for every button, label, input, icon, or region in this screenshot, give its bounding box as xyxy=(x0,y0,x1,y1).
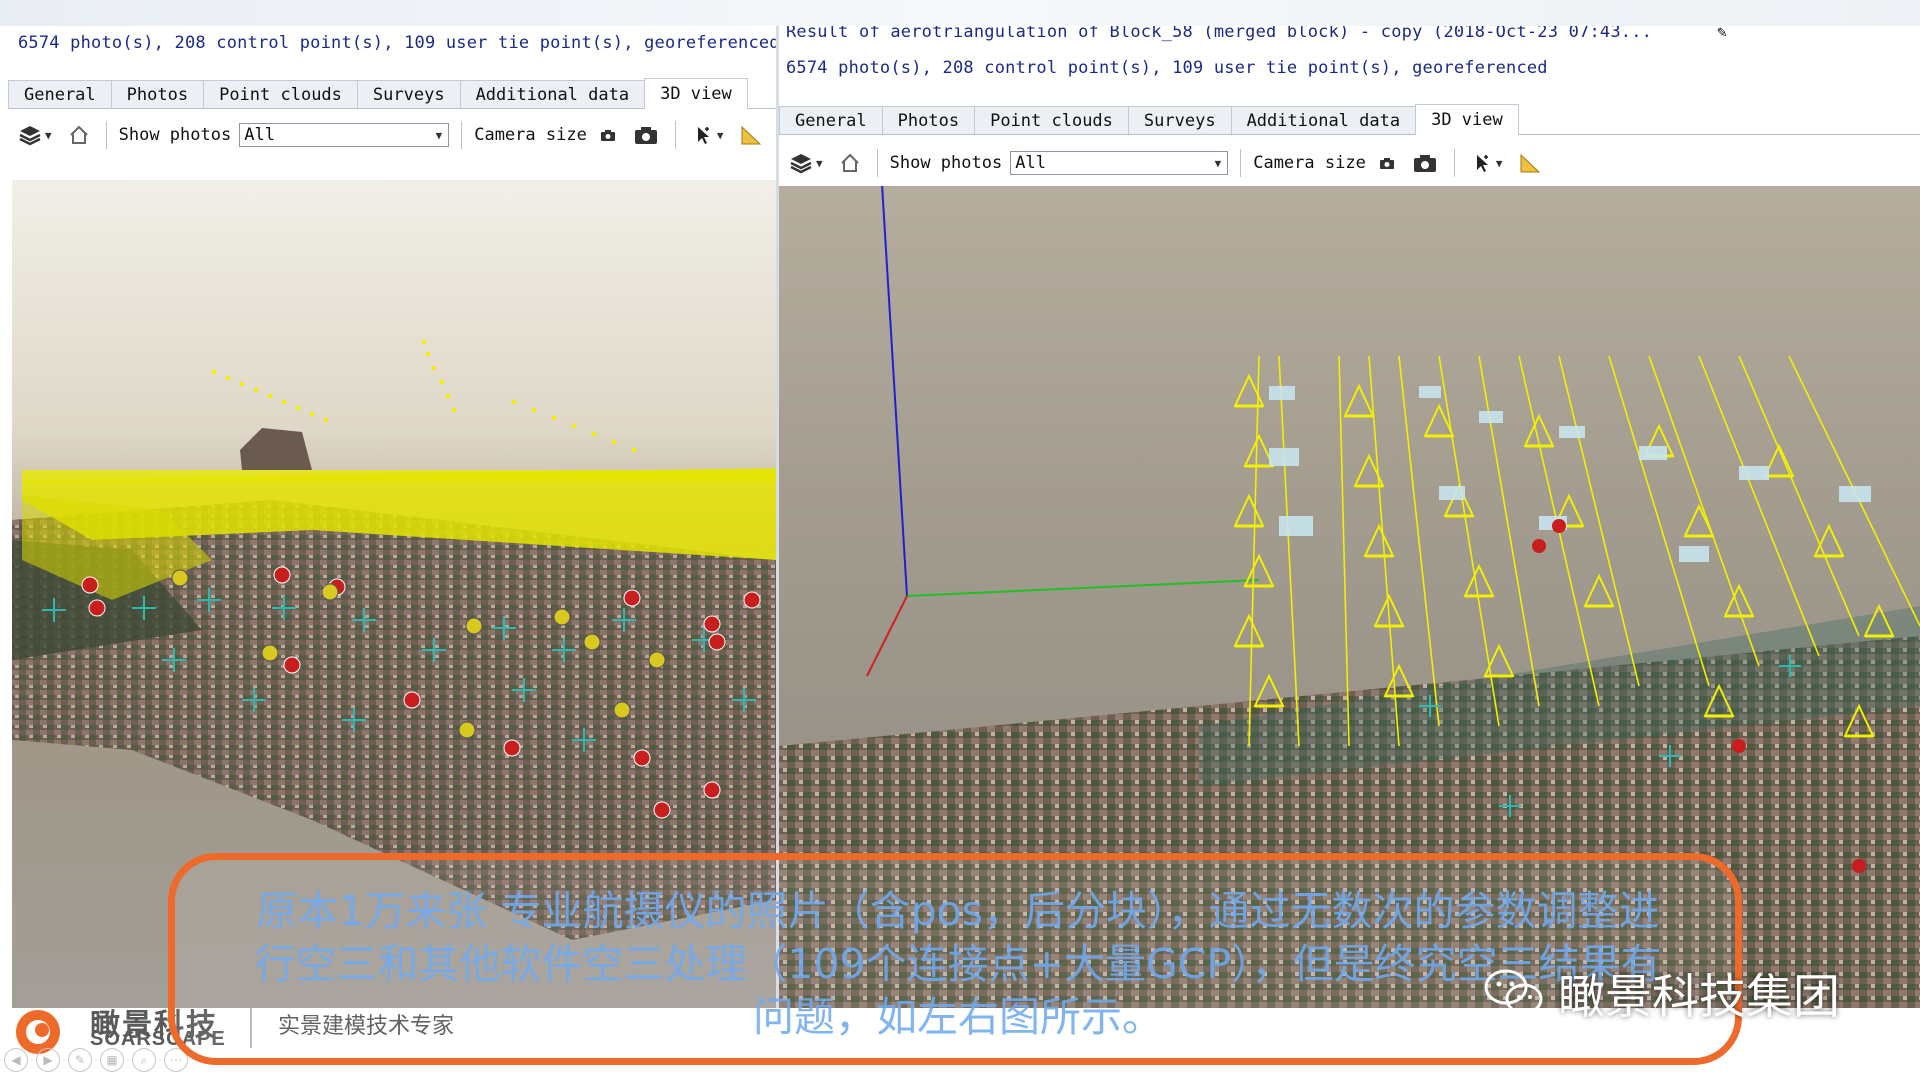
right-tab-bar: General Photos Point clouds Surveys Addi… xyxy=(779,104,1920,135)
toolbar-divider xyxy=(461,121,463,149)
right-camera-size-label: Camera size xyxy=(1253,153,1366,173)
toolbar-divider xyxy=(105,121,107,149)
left-tab-surveys[interactable]: Surveys xyxy=(356,80,461,108)
left-tab-additional-data[interactable]: Additional data xyxy=(459,80,646,108)
toolbar-divider xyxy=(1453,149,1455,177)
left-block-info: 6574 photo(s), 208 control point(s), 109… xyxy=(18,33,779,53)
chevron-down-icon: ▼ xyxy=(435,128,443,142)
toolbar-divider xyxy=(674,121,676,149)
camera-large-icon xyxy=(1413,155,1436,172)
next-arrow-icon[interactable]: ▶ xyxy=(36,1048,60,1072)
ruler-triangle-icon xyxy=(1520,153,1541,173)
right-block-info: 6574 photo(s), 208 control point(s), 109… xyxy=(786,58,1548,78)
left-layers-button[interactable]: ▼ xyxy=(14,121,56,149)
caption-line-3: 问题，如左右图所示。 xyxy=(753,993,1163,1041)
top-strip xyxy=(0,0,1920,26)
pen-icon[interactable]: ✎ xyxy=(68,1048,92,1072)
right-show-photos-value: All xyxy=(1015,153,1046,173)
prev-arrow-icon[interactable]: ◀ xyxy=(4,1048,28,1072)
chevron-down-icon: ▼ xyxy=(716,128,724,142)
right-tab-additional-data[interactable]: Additional data xyxy=(1230,106,1417,134)
right-block-title: Result of aerotriangulation of Block_58 … xyxy=(786,26,1653,42)
edit-pencil-icon[interactable]: ✎ xyxy=(1717,26,1727,41)
right-tab-surveys[interactable]: Surveys xyxy=(1127,106,1232,134)
camera-large-icon xyxy=(634,127,657,144)
right-tab-photos[interactable]: Photos xyxy=(881,106,976,134)
left-tab-photos[interactable]: Photos xyxy=(110,80,205,108)
left-measure-button[interactable] xyxy=(735,121,767,149)
layers-icon xyxy=(790,154,812,174)
slides-icon[interactable]: ▦ xyxy=(100,1048,124,1072)
right-tab-3d-view[interactable]: 3D view xyxy=(1415,104,1519,135)
right-tab-point-clouds[interactable]: Point clouds xyxy=(974,106,1129,134)
right-tab-general[interactable]: General xyxy=(779,106,883,134)
caption-line-2: 行空三和其他软件空三处理（109个连接点+大量GCP），但是终究空三结果有 xyxy=(254,940,1662,988)
left-camera-large-button[interactable] xyxy=(629,121,663,149)
left-tab-general[interactable]: General xyxy=(8,80,112,108)
right-toolbar: ▼ Show photos All ▼ Camera size ▼ xyxy=(785,144,1546,182)
right-measure-button[interactable] xyxy=(1514,149,1546,177)
left-toolbar: ▼ Show photos All ▼ Camera size ▼ xyxy=(14,116,767,154)
left-show-photos-select[interactable]: All ▼ xyxy=(239,123,450,147)
toolbar-divider xyxy=(876,149,878,177)
left-camera-small-button[interactable] xyxy=(595,121,621,149)
layers-icon xyxy=(19,126,41,146)
slide-nav-controls: ◀ ▶ ✎ ▦ ⌕ ⋯ xyxy=(4,1048,188,1072)
chevron-down-icon: ▼ xyxy=(1495,156,1503,170)
camera-small-icon xyxy=(600,130,615,141)
right-show-photos-label: Show photos xyxy=(889,153,1003,173)
right-camera-large-button[interactable] xyxy=(1408,149,1442,177)
right-select-tool-button[interactable]: ▼ xyxy=(1467,149,1507,177)
chevron-down-icon: ▼ xyxy=(45,128,52,142)
chevron-down-icon: ▼ xyxy=(1214,156,1222,170)
camera-small-icon xyxy=(1379,158,1394,169)
left-tab-bar: General Photos Point clouds Surveys Addi… xyxy=(8,78,776,109)
home-icon xyxy=(69,125,88,144)
left-tab-3d-view[interactable]: 3D view xyxy=(644,78,748,109)
caption-text: 原本1万来张 专业航摄仪的照片（含pos，后分块），通过无数次的参数调整进 行空… xyxy=(218,885,1698,1044)
wechat-account-name: 瞰景科技集团 xyxy=(1558,970,1840,1025)
cursor-select-icon xyxy=(1476,155,1488,172)
right-camera-small-button[interactable] xyxy=(1374,149,1400,177)
ruler-triangle-icon xyxy=(741,125,762,145)
left-show-photos-label: Show photos xyxy=(118,125,232,145)
caption-line-1: 原本1万来张 专业航摄仪的照片（含pos，后分块），通过无数次的参数调整进 xyxy=(256,887,1660,935)
left-home-button[interactable] xyxy=(64,121,94,149)
right-layers-button[interactable]: ▼ xyxy=(785,149,827,177)
right-home-button[interactable] xyxy=(835,149,865,177)
wechat-icon xyxy=(1484,969,1543,1014)
left-select-tool-button[interactable]: ▼ xyxy=(688,121,728,149)
left-camera-size-label: Camera size xyxy=(474,125,587,145)
right-show-photos-select[interactable]: All ▼ xyxy=(1010,151,1229,175)
toolbar-divider xyxy=(1240,149,1242,177)
wechat-watermark: 瞰景科技集团 xyxy=(1482,958,1840,1027)
left-tab-point-clouds[interactable]: Point clouds xyxy=(203,80,358,108)
cursor-select-icon xyxy=(697,127,709,144)
zoom-icon[interactable]: ⌕ xyxy=(132,1048,156,1072)
home-icon xyxy=(840,153,859,172)
chevron-down-icon: ▼ xyxy=(816,156,823,170)
left-show-photos-value: All xyxy=(244,125,275,145)
